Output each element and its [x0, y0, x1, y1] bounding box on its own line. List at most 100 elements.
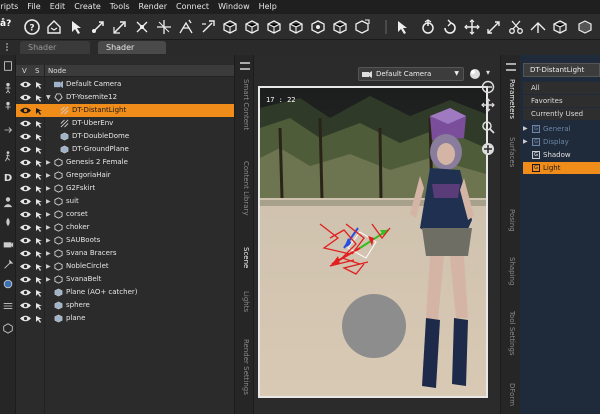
grip-icon[interactable]: [6, 43, 14, 51]
selectable-arrow-icon[interactable]: [35, 107, 43, 115]
menu-connect[interactable]: Connect: [176, 0, 209, 14]
selectable-arrow-icon[interactable]: [35, 159, 43, 167]
visibility-eye-icon[interactable]: [20, 81, 31, 88]
scene-row[interactable]: ▶ suit: [16, 195, 234, 208]
selectable-arrow-icon[interactable]: [35, 172, 43, 180]
cube-select-icon[interactable]: [286, 17, 306, 37]
expand-arrow-icon[interactable]: ▶: [46, 260, 51, 273]
scene-row[interactable]: DT-UberEnv: [16, 117, 234, 130]
scene-row[interactable]: plane: [16, 312, 234, 325]
scene-render-image[interactable]: [260, 88, 486, 396]
menu-create[interactable]: Create: [74, 0, 101, 14]
arrow-icon[interactable]: [1, 123, 15, 137]
parameters-node-select[interactable]: DT-DistantLight: [523, 63, 600, 77]
expand-arrow-icon[interactable]: ▶: [46, 234, 51, 247]
expand-arrow-icon[interactable]: ▶: [46, 156, 51, 169]
d-icon[interactable]: D: [1, 171, 15, 185]
viewport-render[interactable]: 17 : 22: [258, 86, 488, 398]
expand-arrow-icon[interactable]: ▶: [46, 221, 51, 234]
node-rotate-icon[interactable]: [88, 17, 108, 37]
rotate-icon[interactable]: [418, 17, 438, 37]
menu-file[interactable]: File: [27, 0, 40, 14]
cube-small-icon[interactable]: [1, 321, 15, 335]
camera-select[interactable]: Default Camera ▼: [358, 67, 464, 81]
scale-arrows-icon[interactable]: [462, 17, 482, 37]
brush-icon[interactable]: [1, 257, 15, 271]
menu-help[interactable]: Help: [259, 0, 277, 14]
header-node[interactable]: Node: [48, 65, 66, 77]
scene-row[interactable]: ▶ choker: [16, 221, 234, 234]
visibility-eye-icon[interactable]: [20, 276, 31, 283]
visibility-eye-icon[interactable]: [20, 120, 31, 127]
expand-arrow-icon[interactable]: ▶: [46, 208, 51, 221]
sphere-icon[interactable]: [1, 277, 15, 291]
render-icon[interactable]: [352, 17, 372, 37]
selectable-arrow-icon[interactable]: [35, 276, 43, 284]
visibility-eye-icon[interactable]: [20, 172, 31, 179]
cube-add-icon[interactable]: [242, 17, 262, 37]
selectable-arrow-icon[interactable]: [35, 224, 43, 232]
tab-shader-mixer[interactable]: Shader Mixer: [98, 41, 166, 65]
selectable-arrow-icon[interactable]: [35, 146, 43, 154]
scene-row[interactable]: Plane (AO+ catcher): [16, 286, 234, 299]
grid-small-icon[interactable]: [1, 299, 15, 313]
visibility-eye-icon[interactable]: [20, 302, 31, 309]
param-group-light[interactable]: G Light: [523, 162, 600, 174]
visibility-eye-icon[interactable]: [20, 107, 31, 114]
selectable-arrow-icon[interactable]: [35, 315, 43, 323]
figure-tool-icon[interactable]: [1, 100, 15, 114]
menu-render[interactable]: Render: [139, 0, 167, 14]
menu-lines-icon[interactable]: [240, 62, 250, 70]
selectable-arrow-icon[interactable]: [35, 289, 43, 297]
right-menu-lines-icon[interactable]: [506, 63, 516, 71]
selectable-arrow-icon[interactable]: [35, 302, 43, 310]
zoom-view-icon[interactable]: [481, 120, 495, 134]
spot-icon[interactable]: [308, 17, 328, 37]
scene-row[interactable]: ▶ NobleCirclet: [16, 260, 234, 273]
help-icon[interactable]: ?: [22, 17, 42, 37]
grid-icon[interactable]: [550, 17, 570, 37]
expand-arrow-icon[interactable]: ▶: [46, 182, 51, 195]
filter-all[interactable]: All: [523, 82, 600, 94]
menu-window[interactable]: Window: [218, 0, 250, 14]
selectable-arrow-icon[interactable]: [35, 263, 43, 271]
select-tool-icon[interactable]: [66, 17, 86, 37]
menu-scripts[interactable]: cripts: [0, 0, 18, 14]
universal-tool-icon[interactable]: [110, 17, 130, 37]
cube-outline-icon[interactable]: [264, 17, 284, 37]
scene-row[interactable]: ▶ G2Fskirt: [16, 182, 234, 195]
selectable-arrow-icon[interactable]: [35, 211, 43, 219]
visibility-eye-icon[interactable]: [20, 146, 31, 153]
zoom-icon[interactable]: [484, 17, 504, 37]
visibility-eye-icon[interactable]: [20, 224, 31, 231]
visibility-eye-icon[interactable]: [20, 250, 31, 257]
expand-arrow-icon[interactable]: ▼: [46, 91, 51, 104]
expand-arrow-icon[interactable]: ▶: [46, 273, 51, 286]
visibility-eye-icon[interactable]: [20, 133, 31, 140]
param-group-shadow[interactable]: G Shadow: [523, 149, 600, 161]
selectable-arrow-icon[interactable]: [35, 94, 43, 102]
tab-shader-builder[interactable]: Shader Builder: [20, 41, 90, 65]
view-icon[interactable]: [528, 17, 548, 37]
menu-tools[interactable]: Tools: [110, 0, 130, 14]
drop-icon[interactable]: [1, 215, 15, 229]
scene-row[interactable]: Default Camera: [16, 78, 234, 91]
camera-tool-icon[interactable]: [176, 17, 196, 37]
selectable-arrow-icon[interactable]: [35, 250, 43, 258]
visibility-eye-icon[interactable]: [20, 198, 31, 205]
cut-icon[interactable]: [506, 17, 526, 37]
camera-small-icon[interactable]: [1, 237, 15, 251]
new-scene-icon[interactable]: [1, 59, 15, 73]
move-icon[interactable]: [440, 17, 460, 37]
link-icon[interactable]: [330, 17, 350, 37]
visibility-eye-icon[interactable]: [20, 289, 31, 296]
figure-icon[interactable]: [1, 81, 15, 95]
scene-row[interactable]: ▶ corset: [16, 208, 234, 221]
translate-tool-icon[interactable]: [132, 17, 152, 37]
scene-row[interactable]: ▶ Genesis 2 Female: [16, 156, 234, 169]
visibility-eye-icon[interactable]: [20, 237, 31, 244]
selectable-arrow-icon[interactable]: [35, 120, 43, 128]
param-group-display[interactable]: ▶ G Display: [523, 136, 600, 148]
selectable-arrow-icon[interactable]: [35, 185, 43, 193]
filter-favorites[interactable]: Favorites: [523, 95, 600, 107]
